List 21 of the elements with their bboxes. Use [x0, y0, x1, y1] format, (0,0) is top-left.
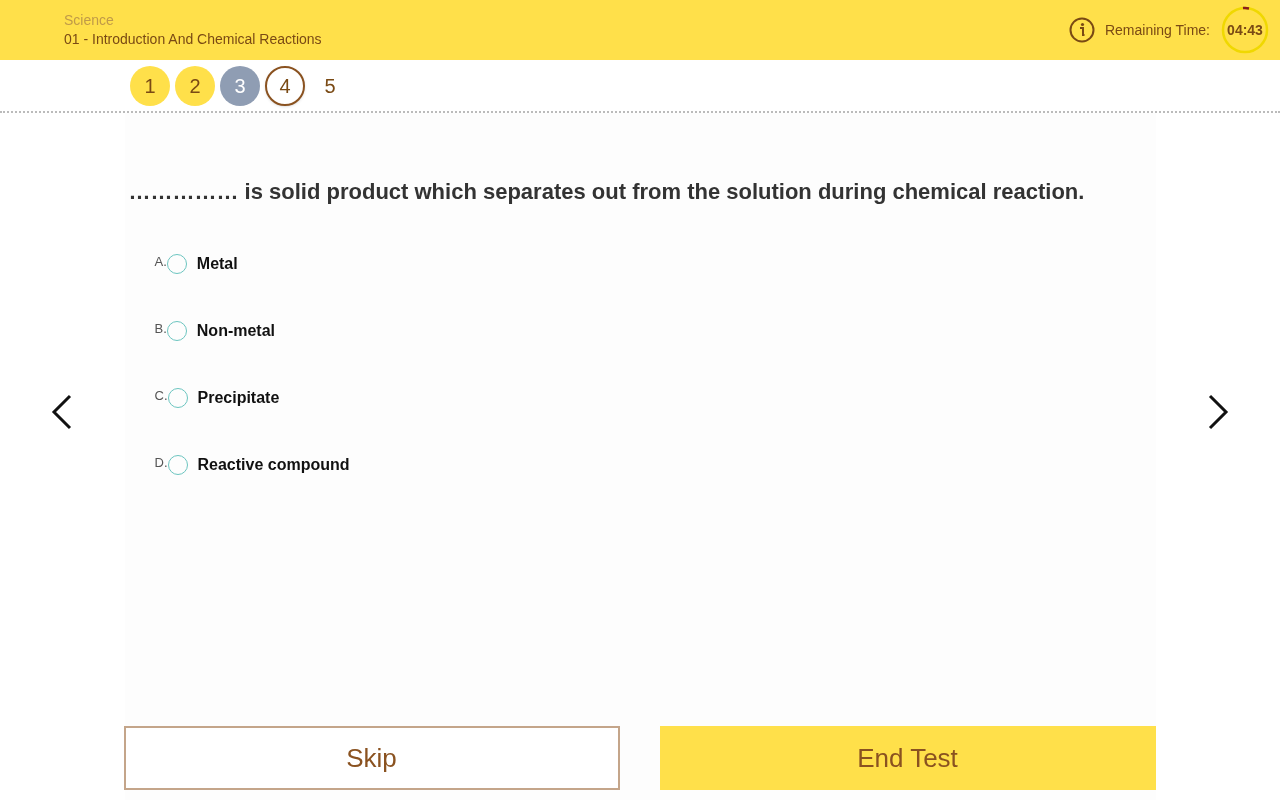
question-number[interactable]: 5: [310, 65, 350, 106]
chapter-title: 01 - Introduction And Chemical Reactions: [64, 30, 322, 49]
option-letter: D.: [154, 454, 168, 473]
timer-value: 04:43: [1227, 20, 1263, 40]
subject-label: Science: [64, 11, 115, 29]
timer-ring: [1220, 5, 1270, 55]
option-label[interactable]: Precipitate: [197, 386, 280, 410]
option-letter: A.: [154, 253, 167, 272]
remaining-time-label: Remaining Time:: [1104, 20, 1210, 40]
skip-button[interactable]: Skip: [123, 726, 620, 790]
option-label[interactable]: Reactive compound: [197, 453, 350, 477]
info-icon[interactable]: [1068, 17, 1095, 43]
option-letter: B.: [154, 320, 167, 339]
option-letter: C.: [154, 387, 168, 406]
question-number[interactable]: 4: [265, 65, 305, 106]
option-label[interactable]: Non-metal: [196, 319, 276, 343]
question-number[interactable]: 2: [175, 65, 215, 106]
question-number[interactable]: 1: [130, 65, 170, 106]
option-label[interactable]: Metal: [196, 252, 238, 276]
question-text: …………… is solid product which separates out from the solution during chemical reaction.: [128, 178, 1086, 206]
end-test-button[interactable]: End Test: [659, 726, 1156, 790]
